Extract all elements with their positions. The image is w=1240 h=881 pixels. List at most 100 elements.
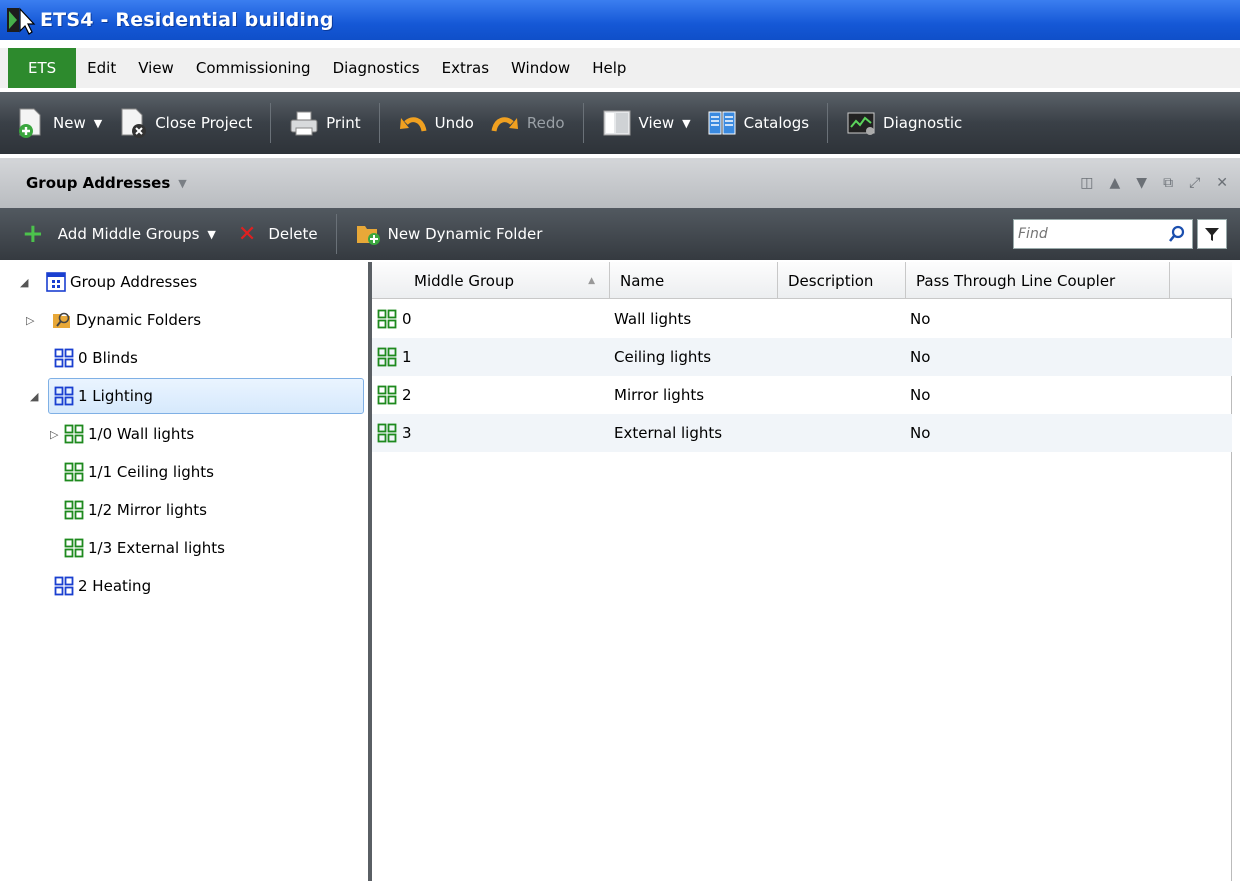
view-label: View: [638, 114, 675, 132]
middle-group-icon: [64, 538, 84, 558]
print-button[interactable]: Print: [281, 92, 369, 154]
cell-middle-group: 0: [402, 310, 412, 328]
delete-button[interactable]: ✕ Delete: [230, 203, 326, 265]
tree-item-label: 1 Lighting: [78, 387, 153, 405]
collapse-icon[interactable]: ◢: [20, 276, 32, 289]
print-label: Print: [326, 114, 361, 132]
toolbar-separator: [335, 214, 337, 254]
cell-name: Wall lights: [614, 310, 692, 328]
column-label: Description: [788, 271, 874, 290]
search-icon[interactable]: [1168, 225, 1186, 247]
middle-group-icon: [377, 309, 397, 329]
tree-item-group-addresses[interactable]: ◢ Group Addresses: [20, 264, 197, 300]
tree-item-label: 1/2 Mirror lights: [88, 501, 207, 519]
dynamic-folder-add-icon: [355, 221, 381, 247]
menu-view[interactable]: View: [127, 48, 185, 88]
panel-layout-icon[interactable]: ◫: [1080, 175, 1093, 191]
expand-icon[interactable]: ▷: [50, 428, 62, 441]
close-icon[interactable]: ✕: [1216, 175, 1228, 191]
table-row[interactable]: 0 Wall lights No: [372, 300, 1232, 338]
cell-pass-through: No: [910, 310, 931, 328]
catalogs-label: Catalogs: [743, 114, 810, 132]
menu-help[interactable]: Help: [581, 48, 637, 88]
redo-icon: [490, 107, 520, 139]
undo-label: Undo: [434, 114, 474, 132]
table-row[interactable]: 3 External lights No: [372, 414, 1232, 452]
menu-bar: ETS Edit View Commissioning Diagnostics …: [0, 48, 1240, 88]
cell-name: Mirror lights: [614, 386, 705, 404]
group-address-toolbar: + Add Middle Groups ▼ ✕ Delete New Dynam…: [0, 208, 1240, 260]
float-window-icon[interactable]: ⧉: [1163, 175, 1173, 191]
menu-diagnostics[interactable]: Diagnostics: [322, 48, 431, 88]
find-box: [1013, 219, 1193, 249]
tree-item-1-0-wall-lights[interactable]: ▷ 1/0 Wall lights: [50, 416, 195, 452]
tree-item-label: 1/0 Wall lights: [88, 425, 195, 443]
tree-item-label: 0 Blinds: [78, 349, 138, 367]
new-button[interactable]: New ▼: [8, 92, 110, 154]
expand-icon[interactable]: ▷: [26, 314, 38, 327]
toolbar-separator: [378, 103, 380, 143]
toolbar-separator: [270, 103, 272, 143]
chevron-down-icon[interactable]: ▼: [178, 177, 186, 190]
column-header-pass-through-line-coupler[interactable]: Pass Through Line Coupler: [906, 262, 1170, 299]
menu-commissioning[interactable]: Commissioning: [185, 48, 322, 88]
menu-edit[interactable]: Edit: [76, 48, 127, 88]
group-addresses-root-icon: [46, 272, 66, 292]
tree-item-2-heating[interactable]: 2 Heating: [54, 568, 151, 604]
collapse-icon[interactable]: ◢: [30, 390, 38, 403]
tree-item-label: Dynamic Folders: [76, 311, 202, 329]
cell-pass-through: No: [910, 424, 931, 442]
delete-x-icon: ✕: [237, 221, 257, 247]
view-button[interactable]: View ▼: [594, 92, 699, 154]
cell-pass-through: No: [910, 348, 931, 366]
table-row[interactable]: 1 Ceiling lights No: [372, 338, 1232, 376]
group-address-tree: ◢ Group Addresses ▷ Dynamic Folders 0 Bl…: [0, 262, 368, 881]
move-up-icon[interactable]: ▲: [1110, 175, 1121, 191]
cell-name: Ceiling lights: [614, 348, 712, 366]
column-header-middle-group[interactable]: Middle Group ▲: [404, 262, 610, 299]
cell-name: External lights: [614, 424, 723, 442]
panel-title[interactable]: Group Addresses: [26, 174, 170, 192]
cell-middle-group: 2: [402, 386, 412, 404]
menu-ets[interactable]: ETS: [8, 48, 77, 88]
undo-button[interactable]: Undo: [390, 92, 482, 154]
new-dynamic-folder-button[interactable]: New Dynamic Folder: [347, 203, 551, 265]
cell-pass-through: No: [910, 386, 931, 404]
cell-middle-group: 3: [402, 424, 412, 442]
tree-item-1-lighting[interactable]: 1 Lighting: [48, 378, 364, 414]
tree-item-dynamic-folders[interactable]: ▷ Dynamic Folders: [26, 302, 201, 338]
tree-item-1-3-external-lights[interactable]: 1/3 External lights: [64, 530, 225, 566]
close-project-button[interactable]: Close Project: [110, 92, 260, 154]
middle-group-icon: [64, 500, 84, 520]
tree-item-label: Group Addresses: [70, 273, 198, 291]
menu-window[interactable]: Window: [500, 48, 581, 88]
add-middle-groups-button[interactable]: + Add Middle Groups ▼: [14, 203, 224, 265]
diagnostics-button[interactable]: Diagnostic: [838, 92, 970, 154]
diagnostics-monitor-icon: [846, 107, 876, 139]
redo-button[interactable]: Redo: [482, 92, 573, 154]
column-header-description[interactable]: Description: [778, 262, 906, 299]
tree-item-0-blinds[interactable]: 0 Blinds: [54, 340, 138, 376]
maximize-icon[interactable]: ⤢: [1189, 175, 1200, 191]
catalogs-book-icon: [707, 107, 737, 139]
close-project-icon: [118, 107, 148, 139]
catalogs-button[interactable]: Catalogs: [699, 92, 817, 154]
view-layout-icon: [602, 107, 632, 139]
column-header-name[interactable]: Name: [610, 262, 778, 299]
move-down-icon[interactable]: ▼: [1136, 175, 1147, 191]
cell-middle-group: 1: [402, 348, 412, 366]
find-input[interactable]: [1018, 221, 1158, 247]
column-label: Name: [620, 271, 665, 290]
undo-icon: [398, 107, 428, 139]
ets-app-icon: [6, 5, 36, 35]
tree-item-1-2-mirror-lights[interactable]: 1/2 Mirror lights: [64, 492, 207, 528]
table-row[interactable]: 2 Mirror lights No: [372, 376, 1232, 414]
new-document-icon: [16, 107, 46, 139]
tree-item-1-1-ceiling-lights[interactable]: 1/1 Ceiling lights: [64, 454, 214, 490]
filter-button[interactable]: [1197, 219, 1227, 249]
dynamic-folder-icon: [53, 312, 70, 328]
new-label: New: [53, 114, 86, 132]
printer-icon: [289, 107, 319, 139]
menu-extras[interactable]: Extras: [431, 48, 500, 88]
main-group-icon: [54, 576, 74, 596]
